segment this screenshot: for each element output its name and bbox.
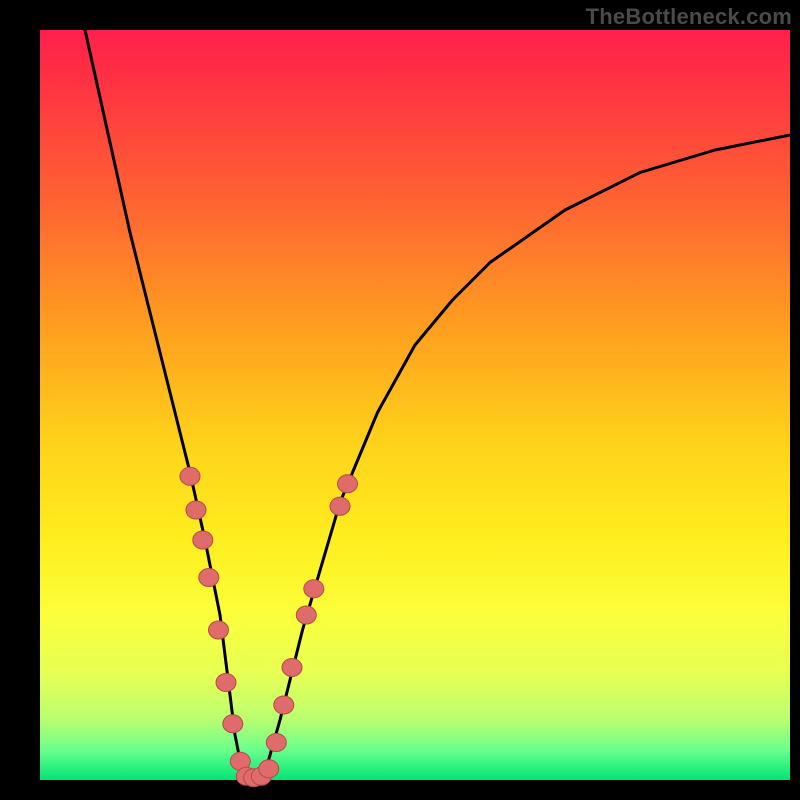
marker-right (266, 734, 286, 752)
marker-left (193, 531, 213, 549)
bottleneck-curve (85, 30, 790, 780)
plot-area (40, 30, 790, 780)
marker-bottom (259, 760, 279, 778)
marker-right (282, 659, 302, 677)
marker-right (296, 606, 316, 624)
marker-left (223, 715, 243, 733)
marker-left (199, 569, 219, 587)
marker-right (338, 475, 358, 493)
marker-left (216, 674, 236, 692)
marker-right (304, 580, 324, 598)
marker-left (186, 501, 206, 519)
marker-right (274, 696, 294, 714)
chart-svg (40, 30, 790, 780)
marker-right (330, 497, 350, 515)
watermark-label: TheBottleneck.com (586, 4, 792, 30)
marker-left (209, 621, 229, 639)
curve-path (85, 30, 790, 780)
data-markers (180, 467, 358, 787)
chart-frame: TheBottleneck.com (0, 0, 800, 800)
marker-left (180, 467, 200, 485)
